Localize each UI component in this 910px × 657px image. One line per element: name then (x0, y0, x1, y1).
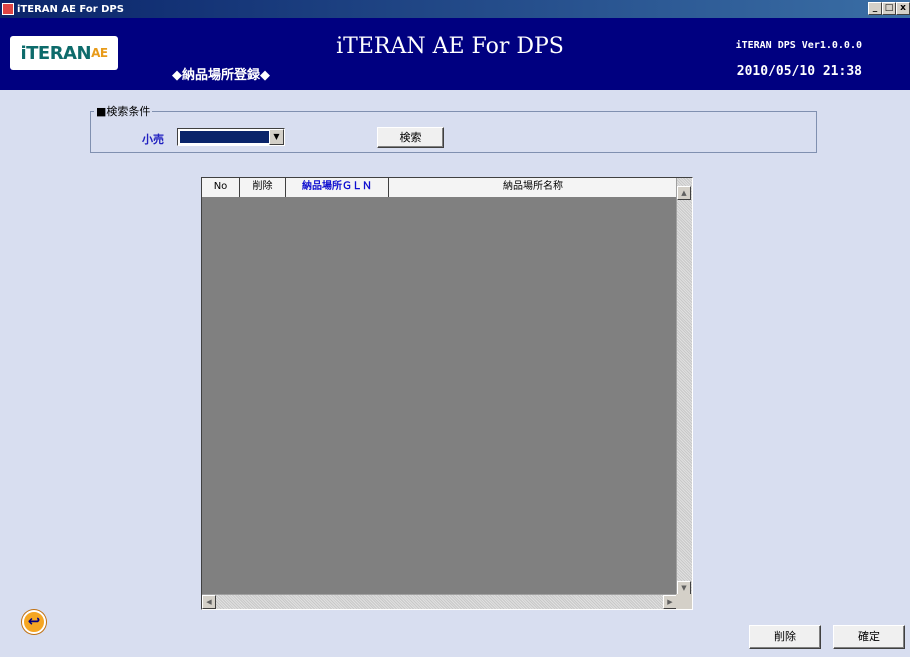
retail-label: 小売 (142, 133, 164, 146)
column-header-no[interactable]: No (202, 178, 240, 197)
app-header: iTERAN AE iTERAN AE For DPS ◆納品場所登録◆ iTER… (0, 18, 910, 90)
maximize-button[interactable]: □ (882, 2, 896, 15)
scroll-left-icon[interactable]: ◀ (202, 595, 216, 609)
column-header-name[interactable]: 納品場所名称 (389, 178, 677, 197)
window-titlebar: iTERAN AE For DPS _ □ x (0, 0, 910, 18)
scrollbar-corner (676, 594, 692, 609)
delivery-location-grid[interactable]: No 削除 納品場所ＧＬＮ 納品場所名称 ▲ ▼ ◀ ▶ (201, 177, 693, 610)
screen-title: ◆納品場所登録◆ (172, 68, 270, 83)
app-title: iTERAN AE For DPS (336, 34, 564, 59)
window-controls: _ □ x (868, 2, 910, 15)
retail-select-value (180, 131, 270, 143)
datetime-label: 2010/05/10 21:38 (736, 64, 862, 79)
scroll-up-icon[interactable]: ▲ (677, 186, 691, 200)
column-header-delete[interactable]: 削除 (240, 178, 286, 197)
search-conditions-title: ■検索条件 (94, 103, 153, 119)
iteran-logo: iTERAN AE (10, 36, 118, 70)
scroll-down-icon[interactable]: ▼ (677, 581, 691, 595)
chevron-down-icon[interactable]: ▼ (269, 129, 284, 145)
back-icon[interactable]: ↩ (22, 610, 46, 634)
search-button[interactable]: 検索 (377, 127, 444, 148)
scroll-right-icon[interactable]: ▶ (663, 595, 677, 609)
retail-select[interactable]: ▼ (177, 128, 285, 146)
confirm-button[interactable]: 確定 (833, 625, 905, 649)
version-label: iTERAN DPS Ver1.0.0.0 (735, 40, 862, 51)
close-button[interactable]: x (896, 2, 910, 15)
horizontal-scrollbar[interactable]: ◀ ▶ (202, 594, 677, 609)
app-icon (2, 3, 14, 15)
window-title: iTERAN AE For DPS (17, 3, 124, 15)
delete-button[interactable]: 削除 (749, 625, 821, 649)
column-header-gln[interactable]: 納品場所ＧＬＮ (286, 178, 389, 197)
grid-header: No 削除 納品場所ＧＬＮ 納品場所名称 (202, 178, 677, 197)
minimize-button[interactable]: _ (868, 2, 882, 15)
vertical-scrollbar[interactable]: ▲ ▼ (676, 178, 692, 595)
